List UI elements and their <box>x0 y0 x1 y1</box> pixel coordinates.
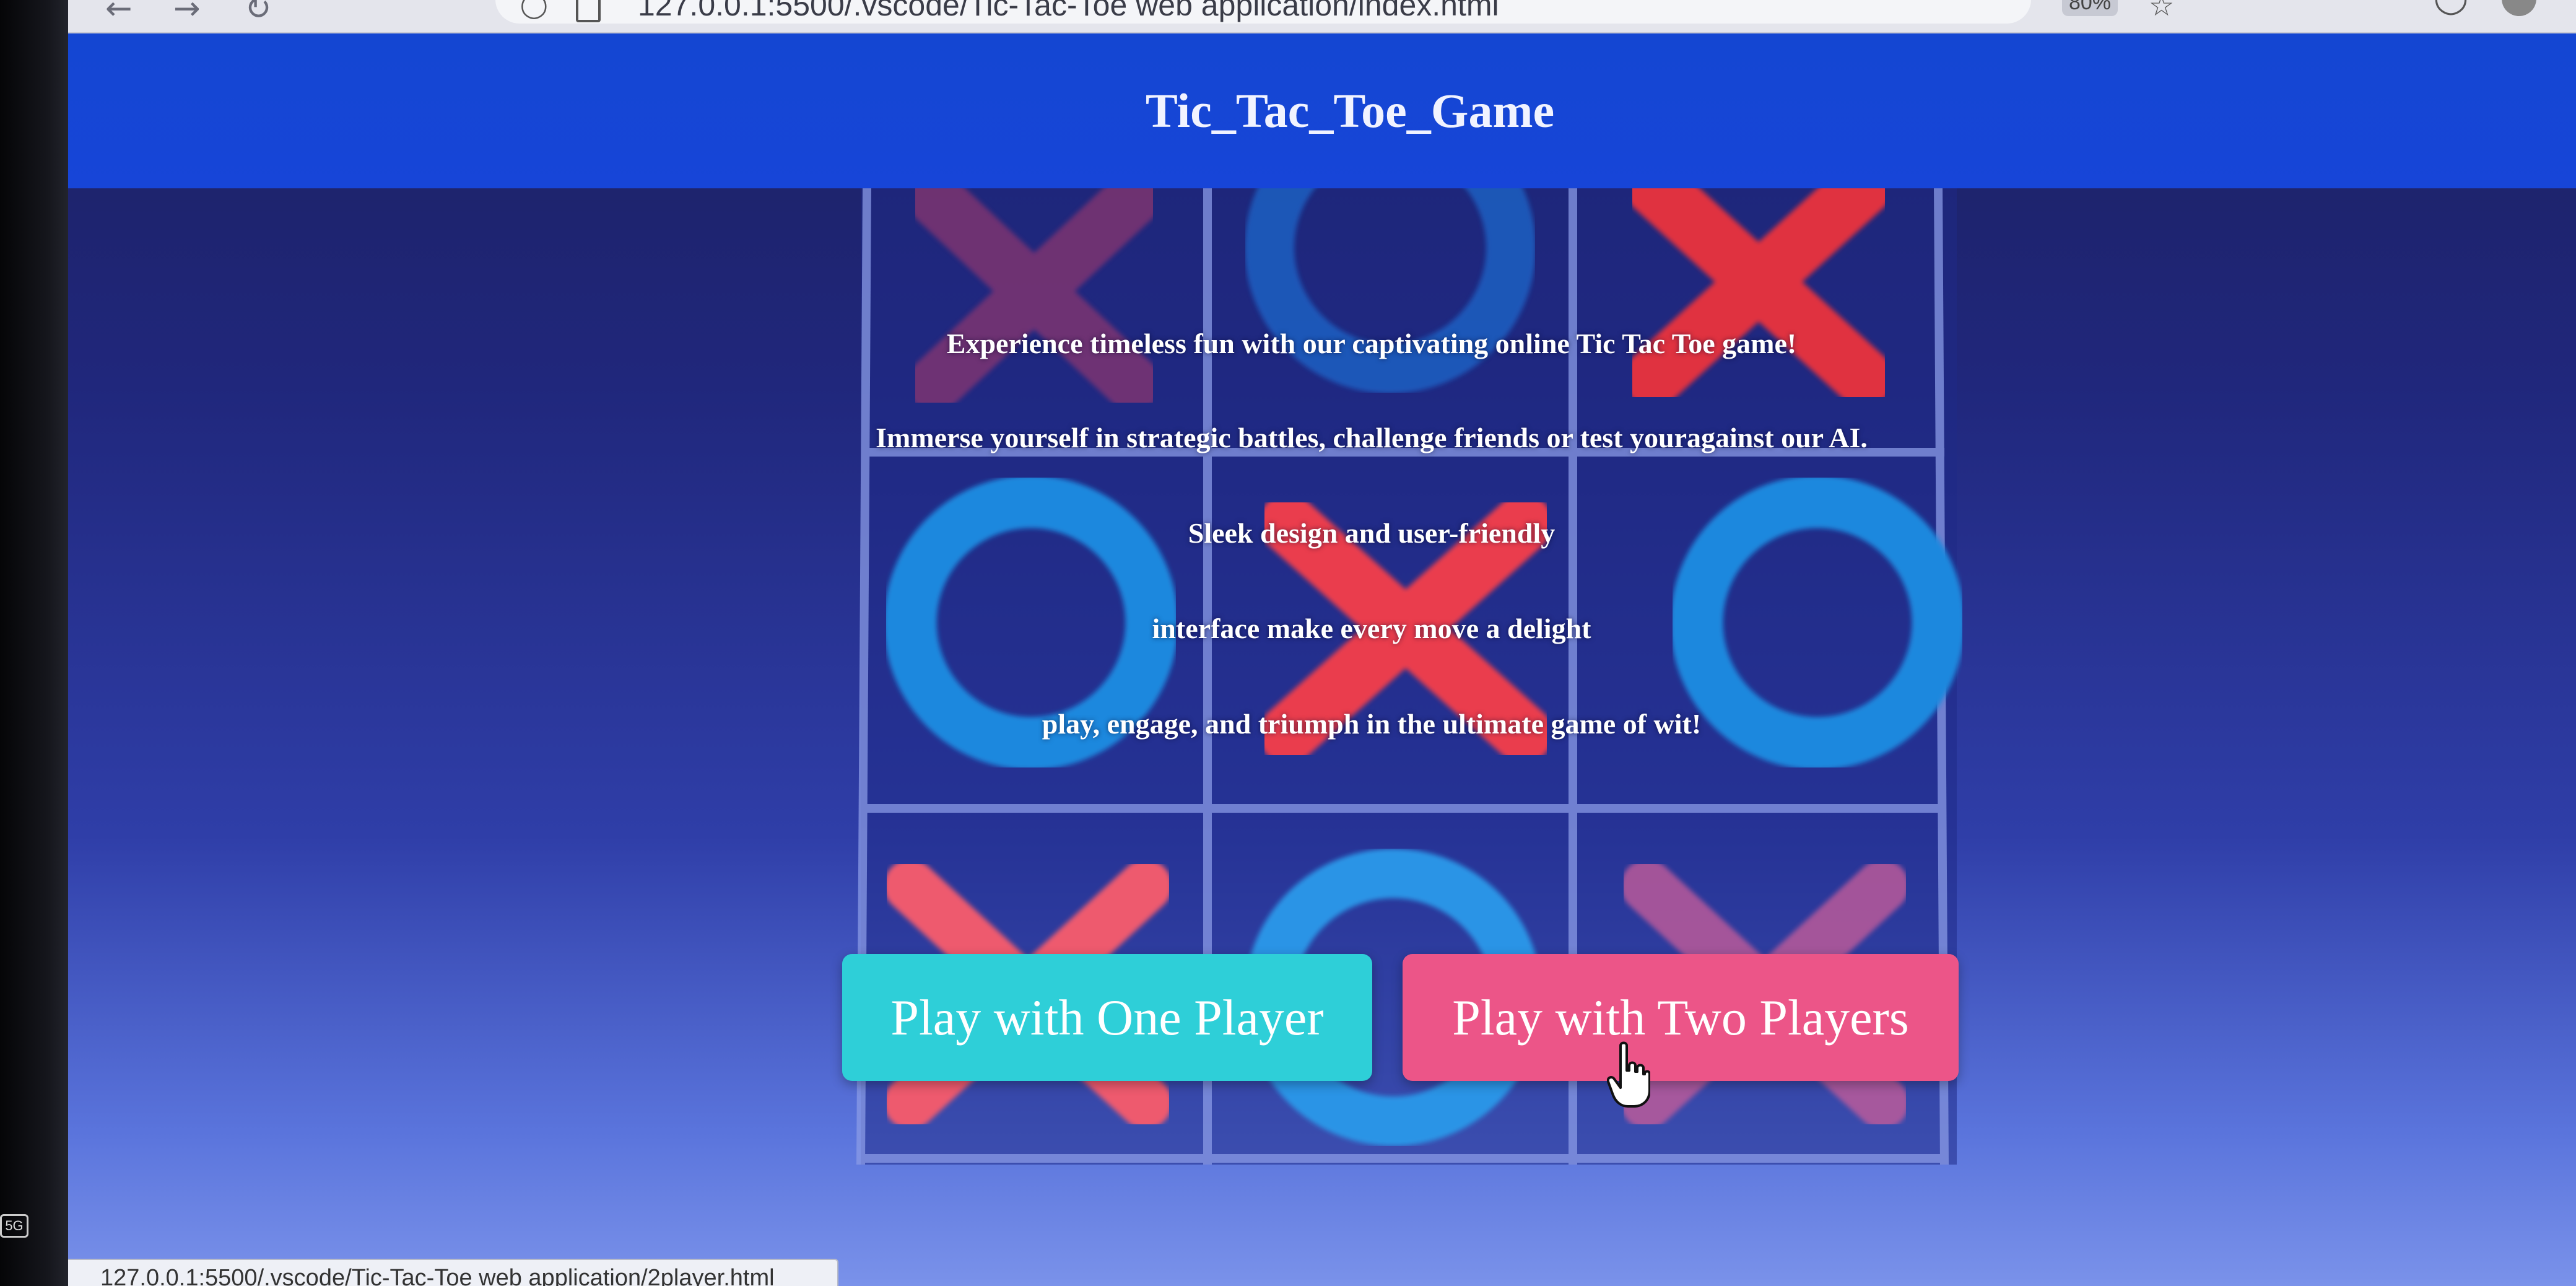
indicator-icon: 5G <box>0 1214 28 1238</box>
forward-arrow-icon[interactable]: → <box>173 0 201 25</box>
play-one-player-button[interactable]: Play with One Player <box>842 954 1372 1081</box>
intro-line: play, engage, and triumph in the ultimat… <box>1042 708 1702 740</box>
url-text[interactable]: 127.0.0.1:5500/.vscode/Tic-Tac-Toe web a… <box>638 0 1499 24</box>
intro-line: interface make every move a delight <box>1152 613 1591 644</box>
page-header: Tic_Tac_Toe_Game <box>68 33 2576 188</box>
link-status-bar: 127.0.0.1:5500/.vscode/Tic-Tac-Toe web a… <box>68 1259 838 1286</box>
play-two-players-button[interactable]: Play with Two Players <box>1403 954 1959 1081</box>
account-icon[interactable] <box>2502 0 2536 16</box>
page-icon <box>576 0 601 22</box>
zoom-level-badge[interactable]: 80% <box>2062 0 2118 16</box>
intro-line: Immerse yourself in strategic battles, c… <box>876 422 1868 453</box>
reload-icon[interactable]: ↻ <box>245 0 272 25</box>
extensions-icon[interactable]: ◯ <box>2434 0 2468 12</box>
screen: ← → ↻ ◯ 127.0.0.1:5500/.vscode/Tic-Tac-T… <box>68 0 2576 1286</box>
intro-line: Sleek design and user-friendly <box>1188 517 1556 549</box>
page-title: Tic_Tac_Toe_Game <box>1145 84 1555 138</box>
monitor-bezel <box>0 0 68 1286</box>
address-bar[interactable]: ◯ 127.0.0.1:5500/.vscode/Tic-Tac-Toe web… <box>495 0 2031 24</box>
hand-pointer-icon <box>1607 1041 1650 1108</box>
browser-toolbar: ← → ↻ ◯ 127.0.0.1:5500/.vscode/Tic-Tac-T… <box>68 0 2576 33</box>
status-url: 127.0.0.1:5500/.vscode/Tic-Tac-Toe web a… <box>100 1265 775 1286</box>
shield-icon[interactable]: ◯ <box>520 0 548 17</box>
bookmark-star-icon[interactable]: ☆ <box>2149 0 2174 20</box>
back-arrow-icon[interactable]: ← <box>105 0 133 25</box>
intro-line: Experience timeless fun with our captiva… <box>946 328 1797 359</box>
